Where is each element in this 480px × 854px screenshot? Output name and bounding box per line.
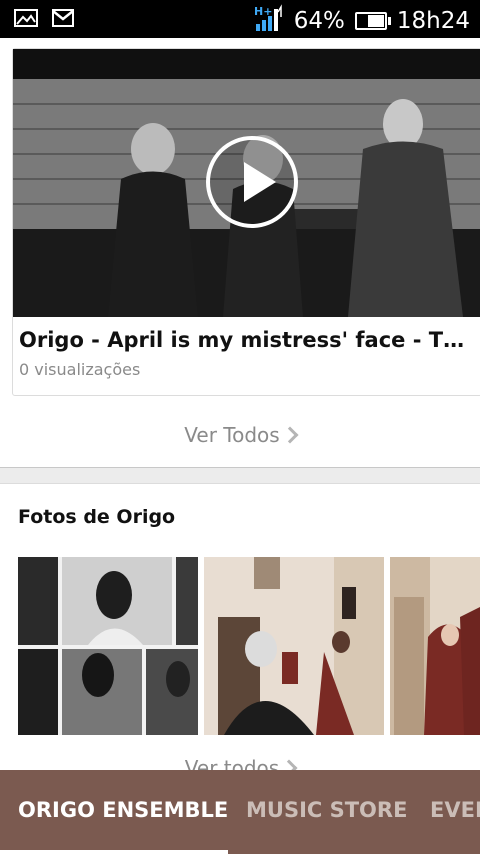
battery-percent: 64% (293, 8, 345, 34)
main-content: Origo - April is my mistress' face - Tho… (0, 38, 480, 770)
active-tab-indicator (0, 850, 228, 854)
photo-thumbnail[interactable] (390, 557, 480, 735)
photo-thumbnail[interactable] (18, 557, 198, 735)
chevron-right-icon (280, 759, 298, 770)
tab-origo-ensemble[interactable]: ORIGO ENSEMBLE (18, 798, 228, 822)
section-divider (0, 467, 480, 484)
battery-icon (354, 12, 391, 30)
chevron-right-icon (281, 426, 299, 444)
gmail-icon (52, 9, 74, 31)
photos-section-title: Fotos de Origo (18, 506, 176, 528)
clock: 18h24 (396, 8, 470, 34)
status-bar: H+ 64% 18h24 (0, 0, 480, 38)
video-view-count: 0 visualizações (19, 360, 141, 379)
tab-bar: ORIGO ENSEMBLE MUSIC STORE EVEN (0, 770, 480, 854)
videos-see-all-link[interactable]: Ver Todos (0, 423, 480, 447)
video-card[interactable]: Origo - April is my mistress' face - Tho… (12, 48, 480, 396)
gallery-icon (14, 9, 38, 31)
play-button[interactable] (206, 136, 298, 228)
tab-music-store[interactable]: MUSIC STORE (246, 798, 407, 822)
tab-events[interactable]: EVEN (430, 798, 480, 822)
photo-thumbnail[interactable] (204, 557, 384, 735)
video-thumbnail[interactable] (13, 49, 480, 317)
see-all-label: Ver todos (184, 756, 280, 770)
photo-carousel[interactable] (0, 557, 480, 735)
video-title[interactable]: Origo - April is my mistress' face - Tho… (19, 328, 479, 352)
photos-see-all-link[interactable]: Ver todos (0, 756, 480, 770)
see-all-label: Ver Todos (184, 423, 280, 447)
signal-icon: H+ (254, 4, 284, 38)
